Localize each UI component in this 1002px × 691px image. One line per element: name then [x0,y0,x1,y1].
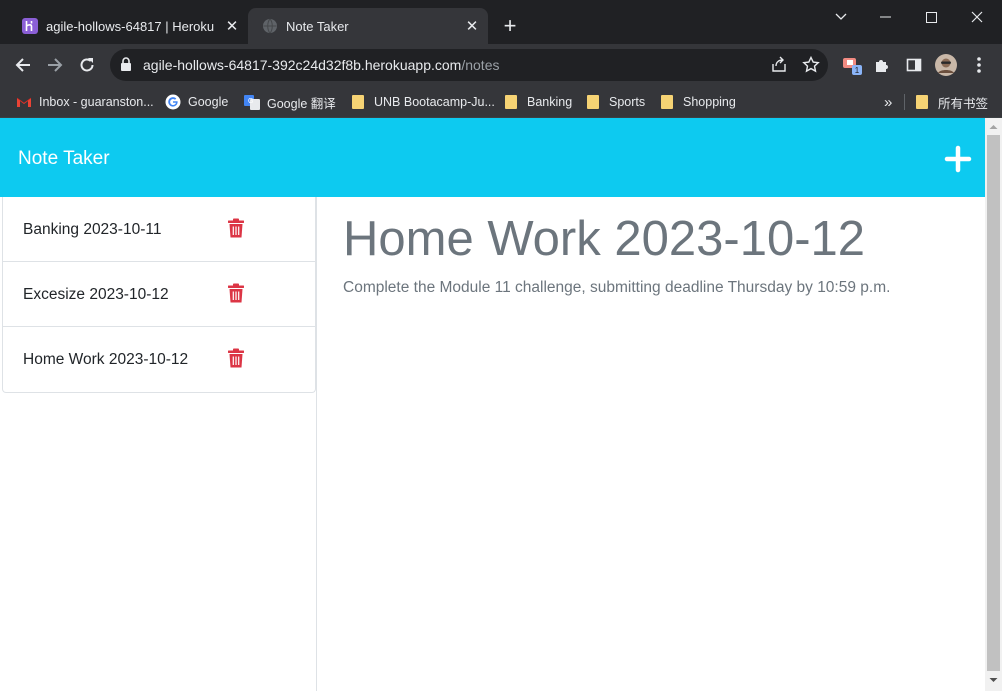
bookmark-label: Inbox - guaranston... [39,95,154,109]
bookmark-label: Shopping [683,95,736,109]
lock-icon[interactable] [120,57,132,71]
extensions-puzzle-icon[interactable] [868,51,896,79]
folder-icon [352,95,364,109]
note-title-input[interactable]: Home Work 2023-10-12 [343,211,865,267]
close-tab-icon[interactable]: ✕ [462,16,482,36]
note-text-area[interactable]: Complete the Module 11 challenge, submit… [343,279,890,297]
tab-title: Note Taker [286,18,349,34]
bookmark-label: Sports [609,95,646,109]
bookmarks-overflow-button[interactable]: » [884,92,892,112]
bookmark-all-bookmarks[interactable]: 所有书签 [914,92,988,112]
side-panel-icon[interactable] [900,51,928,79]
note-list-item[interactable]: Excesize 2023-10-12 [3,262,315,327]
page-viewport: Note Taker Banking 2023-10-11 Excesize 2… [0,118,1002,691]
menu-kebab-icon[interactable] [965,51,993,79]
bookmark-shopping[interactable]: Shopping [659,92,736,112]
bookmark-banking[interactable]: Banking [503,92,572,112]
url-host: agile-hollows-64817-392c24d32f8b.herokua… [143,57,462,73]
browser-toolbar: agile-hollows-64817-392c24d32f8b.herokua… [0,44,1002,86]
bookmarks-divider [904,94,905,110]
delete-note-trash-icon[interactable] [227,283,245,303]
new-tab-icon[interactable]: + [498,14,522,38]
extension-badge-icon[interactable]: 1 [838,51,866,79]
note-list-item[interactable]: Home Work 2023-10-12 [3,327,315,392]
close-window-icon[interactable] [954,4,1000,30]
tab-title: agile-hollows-64817 | Heroku [46,18,215,34]
bookmark-inbox[interactable]: Inbox - guaranston... [16,92,154,112]
svg-text:G: G [248,98,253,105]
globe-icon [263,18,277,34]
bookmarks-bar: Inbox - guaranston... Google G Google 翻译… [0,86,1002,118]
folder-icon [587,95,599,109]
bookmark-sports[interactable]: Sports [585,92,645,112]
url-path: /notes [461,57,500,73]
heroku-icon [22,18,38,34]
google-translate-icon: G [244,95,260,110]
reload-icon[interactable] [73,51,101,79]
address-bar[interactable]: agile-hollows-64817-392c24d32f8b.herokua… [110,49,828,81]
browser-titlebar: agile-hollows-64817 | Heroku ✕ Note Take… [0,0,1002,44]
gmail-icon [16,97,32,107]
delete-note-trash-icon[interactable] [227,348,245,368]
note-list-item[interactable]: Banking 2023-10-11 [3,197,315,262]
bookmark-label: Google [188,95,229,109]
new-note-plus-icon[interactable] [942,143,974,175]
bookmark-label: Banking [527,95,573,109]
note-editor: Home Work 2023-10-12 Complete the Module… [318,197,985,691]
url-text: agile-hollows-64817-392c24d32f8b.herokua… [143,57,499,73]
tab-search-icon[interactable] [818,4,864,30]
share-icon[interactable] [770,56,788,74]
bookmark-label: 所有书签 [938,96,989,111]
note-list-title[interactable]: Home Work 2023-10-12 [23,351,188,369]
folder-icon [661,95,673,109]
note-list-title[interactable]: Excesize 2023-10-12 [23,286,169,304]
scroll-down-arrow-icon[interactable] [985,673,1002,687]
maximize-icon[interactable] [908,4,954,30]
bookmark-label: Google 翻译 [267,96,336,111]
bookmark-star-icon[interactable] [802,56,820,74]
notes-sidebar: Banking 2023-10-11 Excesize 2023-10-12 H… [0,197,317,691]
folder-icon [916,95,928,109]
minimize-icon[interactable] [862,4,908,30]
app-navbar: Note Taker [0,118,985,197]
app-brand[interactable]: Note Taker [18,148,110,170]
vertical-scrollbar[interactable] [985,118,1002,691]
bookmark-label: UNB Bootacamp-Ju... [374,95,495,109]
back-icon[interactable] [9,51,37,79]
bookmark-google-translate[interactable]: G Google 翻译 [244,92,336,112]
notes-list: Banking 2023-10-11 Excesize 2023-10-12 H… [2,197,316,393]
profile-avatar[interactable] [932,51,960,79]
extension-badge-count: 1 [855,66,860,75]
note-list-title[interactable]: Banking 2023-10-11 [23,221,161,239]
bookmark-google[interactable]: Google [165,92,228,112]
bookmark-unb-bootcamp[interactable]: UNB Bootacamp-Ju... [350,92,495,112]
tab-note-taker[interactable]: Note Taker ✕ [248,8,488,44]
tab-heroku[interactable]: agile-hollows-64817 | Heroku ✕ [8,8,248,44]
forward-icon[interactable] [41,51,69,79]
scrollbar-thumb[interactable] [987,135,1000,671]
delete-note-trash-icon[interactable] [227,218,245,238]
close-tab-icon[interactable]: ✕ [222,16,242,36]
folder-icon [505,95,517,109]
scroll-up-arrow-icon[interactable] [985,120,1002,134]
google-icon [165,94,181,110]
